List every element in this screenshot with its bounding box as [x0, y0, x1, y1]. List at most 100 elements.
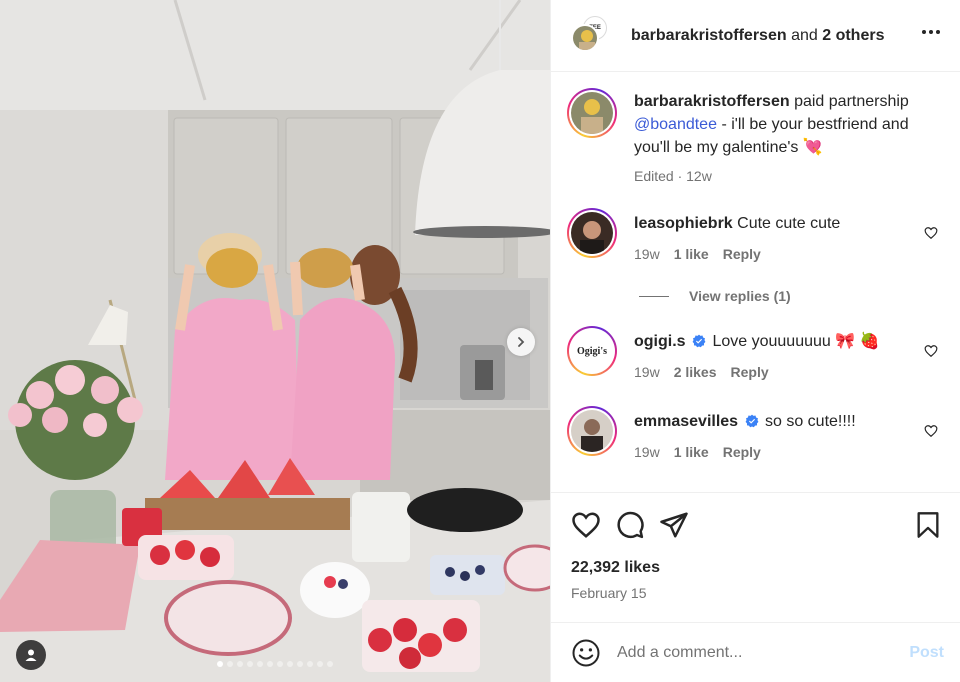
heart-icon[interactable]: [924, 424, 938, 438]
view-replies-button[interactable]: View replies (1): [639, 288, 942, 304]
caption-meta: Edited · 12w: [634, 165, 934, 188]
carousel-dot: [297, 661, 303, 667]
carousel-dot: [277, 661, 283, 667]
comment-meta: 19w 1 like Reply: [634, 243, 934, 266]
caption-emoji: 💘: [802, 139, 823, 156]
comment-avatar[interactable]: [567, 208, 617, 258]
post-header: TEE barbarakristoffersen and 2 others: [551, 0, 960, 72]
header-username[interactable]: barbarakristoffersen: [631, 27, 787, 44]
view-replies-line: [639, 295, 669, 297]
comment-username[interactable]: leasophiebrk: [634, 215, 733, 232]
heart-icon[interactable]: [571, 510, 601, 540]
comment-meta: 19w 1 like Reply: [634, 441, 934, 464]
more-icon-dot: [936, 30, 940, 34]
carousel-dot: [237, 661, 243, 667]
author-avatar[interactable]: [571, 23, 599, 52]
carousel-dot: [287, 661, 293, 667]
comment: Ogigi's ogigi.s Love youuuuuuu 🎀 🍓 19w 2…: [567, 326, 942, 384]
header-avatars[interactable]: TEE: [569, 15, 613, 56]
comment-body: ogigi.s Love youuuuuuu 🎀 🍓 19w 2 likes R…: [634, 330, 934, 384]
comment-text: so so cute!!!!: [764, 413, 856, 430]
bookmark-icon[interactable]: [914, 510, 942, 540]
carousel-dot: [267, 661, 273, 667]
view-replies-label: View replies (1): [689, 288, 791, 304]
carousel-dot: [327, 661, 333, 667]
comment-likes[interactable]: 1 like: [674, 243, 709, 266]
header-and: and: [791, 26, 818, 44]
next-slide-button[interactable]: [507, 328, 535, 356]
comment-avatar-photo: [571, 410, 613, 452]
caption-avatar-image: [571, 92, 613, 134]
heart-icon[interactable]: [924, 344, 938, 358]
comments-section[interactable]: barbarakristoffersen paid partnership @b…: [551, 72, 960, 492]
comment: leasophiebrk Cute cute cute 19w 1 like R…: [567, 208, 942, 266]
share-icon[interactable]: [659, 510, 689, 540]
post-actions: 22,392 likes February 15: [551, 492, 960, 622]
comment-likes[interactable]: 1 like: [674, 441, 709, 464]
heart-icon[interactable]: [924, 226, 938, 240]
comment-reply-button[interactable]: Reply: [723, 441, 761, 464]
carousel-dot: [217, 661, 223, 667]
comment-avatar-inner: [569, 210, 615, 256]
likes-count[interactable]: 22,392 likes: [571, 559, 942, 577]
caption-partnership[interactable]: paid partnership: [794, 93, 909, 110]
comment-text: Cute cute cute: [737, 215, 841, 232]
user-tag-icon: [25, 649, 37, 661]
emoji-icon[interactable]: [571, 638, 601, 668]
carousel-dot: [307, 661, 313, 667]
chevron-right-icon: [518, 337, 525, 347]
header-others[interactable]: 2 others: [822, 27, 884, 44]
caption-avatar-photo: [571, 92, 613, 134]
post-comment-button[interactable]: Post: [909, 644, 944, 662]
author-avatar-image: [573, 25, 597, 50]
carousel-dot: [247, 661, 253, 667]
comment-age: 19w: [634, 246, 660, 262]
comment-username[interactable]: ogigi.s: [634, 333, 686, 350]
caption-avatar[interactable]: [567, 88, 617, 138]
comment-avatar[interactable]: Ogigi's: [567, 326, 617, 376]
caption: barbarakristoffersen paid partnership @b…: [567, 88, 942, 188]
carousel-indicator: [0, 661, 550, 667]
comment-avatar-image: [571, 410, 613, 452]
carousel-dot: [317, 661, 323, 667]
post-dialog: TEE barbarakristoffersen and 2 others ba…: [0, 0, 960, 682]
comment-icon[interactable]: [615, 510, 645, 540]
verified-icon: [692, 334, 706, 348]
comment-reply-button[interactable]: Reply: [731, 361, 769, 384]
more-options-button[interactable]: [922, 26, 940, 38]
comment-text: Love youuuuuuu 🎀 🍓: [712, 333, 880, 350]
post-date: February 15: [571, 585, 647, 601]
comment-reply-button[interactable]: Reply: [723, 243, 761, 266]
comment-avatar-text: Ogigi's: [576, 345, 607, 357]
carousel-dot: [227, 661, 233, 667]
comment-body: emmasevilles so so cute!!!! 19w 1 like R…: [634, 410, 934, 464]
comment-body: leasophiebrk Cute cute cute 19w 1 like R…: [634, 212, 934, 266]
caption-username[interactable]: barbarakristoffersen: [634, 93, 790, 110]
carousel-dot: [257, 661, 263, 667]
action-icons: [571, 509, 942, 541]
header-title: barbarakristoffersen and 2 others: [631, 27, 884, 45]
caption-edited: Edited · 12w: [634, 168, 712, 184]
comment-input[interactable]: [617, 643, 910, 662]
more-icon-dot: [929, 30, 933, 34]
comment: emmasevilles so so cute!!!! 19w 1 like R…: [567, 406, 942, 464]
comment-age: 19w: [634, 444, 660, 460]
post-media[interactable]: [0, 0, 550, 682]
comment-avatar-inner: Ogigi's: [569, 328, 615, 374]
caption-mention[interactable]: @boandtee: [634, 116, 717, 133]
comment-avatar-image: Ogigi's: [571, 330, 613, 372]
comment-avatar-inner: [569, 408, 615, 454]
comment-likes[interactable]: 2 likes: [674, 361, 717, 384]
comment-avatar[interactable]: [567, 406, 617, 456]
comment-avatar-photo: [571, 212, 613, 254]
more-icon: [922, 30, 926, 34]
comment-composer: Post: [551, 622, 960, 682]
post-photo: [0, 0, 550, 682]
post-side-panel: TEE barbarakristoffersen and 2 others ba…: [550, 0, 960, 682]
caption-body: barbarakristoffersen paid partnership @b…: [634, 90, 934, 188]
comment-age: 19w: [634, 364, 660, 380]
verified-icon: [745, 414, 758, 428]
comment-username[interactable]: emmasevilles: [634, 413, 738, 430]
caption-avatar-inner: [569, 90, 615, 136]
comment-meta: 19w 2 likes Reply: [634, 361, 934, 384]
